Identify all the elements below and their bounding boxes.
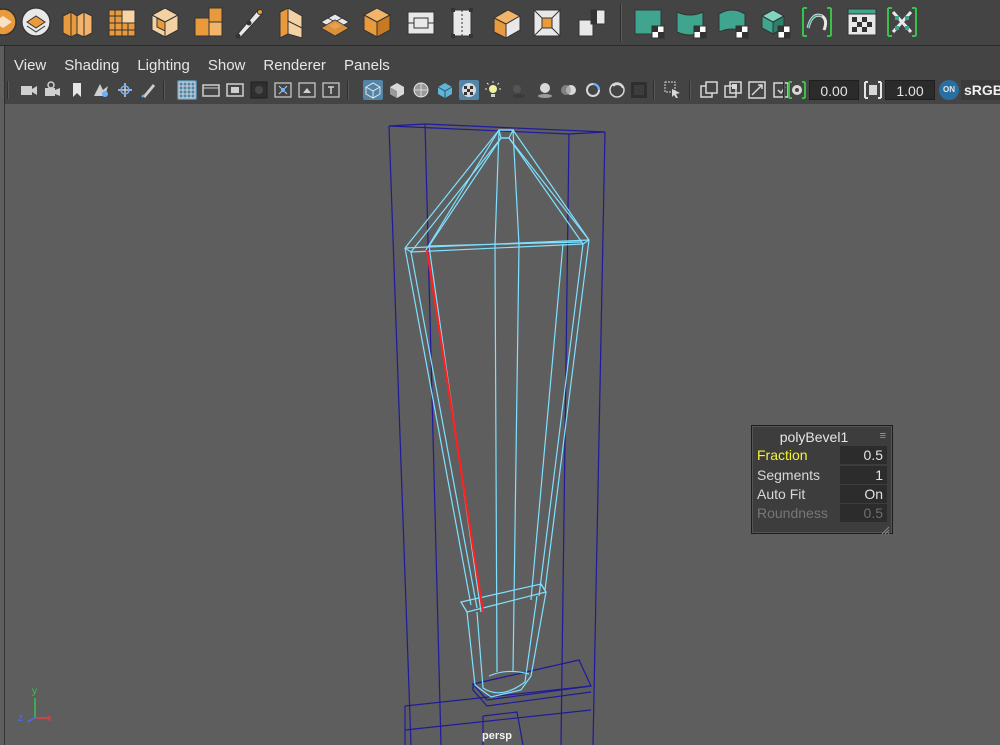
scene-geometry <box>388 123 606 745</box>
hud-row-roundness: Roundness 0.5 <box>752 504 894 523</box>
hud-row-auto-fit[interactable]: Auto Fit On <box>752 485 894 504</box>
axis-y-label: y <box>32 686 37 697</box>
hud-label: Roundness <box>757 505 828 521</box>
view-axis-indicator: y z x <box>15 686 55 728</box>
hud-row-fraction[interactable]: Fraction 0.5 <box>752 446 894 465</box>
hud-value: 0.5 <box>840 504 887 522</box>
hud-row-segments[interactable]: Segments 1 <box>752 466 894 485</box>
perspective-viewport[interactable]: y z x persp polyBevel1 ≡ Fraction 0.5 Se… <box>4 104 1000 745</box>
hud-title: polyBevel1 <box>779 429 849 445</box>
hud-label: Auto Fit <box>757 486 806 502</box>
in-view-editor: polyBevel1 ≡ Fraction 0.5 Segments 1 Aut… <box>751 425 894 535</box>
hud-value[interactable]: On <box>840 485 887 503</box>
hud-value[interactable]: 1 <box>840 466 887 484</box>
hud-menu-icon[interactable]: ≡ <box>880 430 886 442</box>
camera-name-label: persp <box>482 730 512 742</box>
axis-z-label: z <box>18 713 23 724</box>
hud-label: Fraction <box>757 447 808 463</box>
resize-grip-icon[interactable] <box>881 522 890 535</box>
hud-value[interactable]: 0.5 <box>840 446 887 464</box>
hud-label: Segments <box>757 467 821 483</box>
selected-edge <box>425 249 485 613</box>
axis-x-label: x <box>47 713 52 724</box>
